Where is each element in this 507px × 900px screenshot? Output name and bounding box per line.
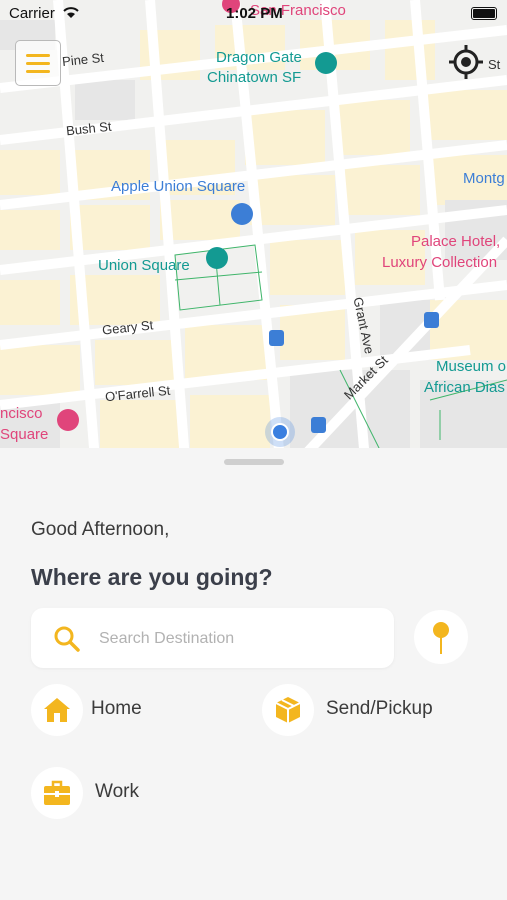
greeting-text: Good Afternoon, bbox=[31, 519, 170, 540]
street-label-st: St bbox=[488, 57, 501, 72]
map-label-hotel-square[interactable]: Square bbox=[0, 426, 48, 443]
map-label-museum[interactable]: Museum o bbox=[436, 358, 506, 375]
pick-on-map-button[interactable] bbox=[414, 610, 468, 664]
status-time: 1:02 PM bbox=[226, 5, 283, 22]
hamburger-icon bbox=[26, 54, 50, 57]
battery-icon bbox=[471, 7, 497, 20]
map-label-union-square[interactable]: Union Square bbox=[98, 257, 190, 274]
briefcase-icon bbox=[44, 780, 70, 805]
page-title: Where are you going? bbox=[31, 564, 273, 590]
shortcut-work-circle bbox=[31, 767, 83, 819]
bottom-sheet: Good Afternoon, Where are you going? Hom… bbox=[0, 448, 507, 900]
home-icon bbox=[44, 698, 70, 722]
map-label-palace-hotel[interactable]: Palace Hotel, bbox=[411, 233, 500, 250]
shortcut-send-pickup[interactable]: Send/Pickup bbox=[262, 684, 462, 736]
shortcut-send-circle bbox=[262, 684, 314, 736]
status-bar: Carrier 1:02 PM bbox=[0, 0, 507, 26]
hamburger-icon-line bbox=[26, 62, 50, 65]
shortcut-home[interactable]: Home bbox=[31, 684, 231, 736]
locate-me-button[interactable] bbox=[446, 42, 486, 82]
menu-button[interactable] bbox=[15, 40, 61, 86]
shortcut-work[interactable]: Work bbox=[31, 767, 231, 819]
package-icon bbox=[275, 697, 301, 723]
sheet-drag-handle[interactable] bbox=[224, 459, 284, 465]
carrier-label: Carrier bbox=[9, 5, 55, 22]
search-icon bbox=[54, 626, 80, 652]
map-label-montgomery[interactable]: Montg bbox=[463, 170, 505, 187]
map-label-chinatown[interactable]: Chinatown SF bbox=[207, 69, 301, 86]
map-pin-icon bbox=[433, 622, 449, 654]
hamburger-icon-line bbox=[26, 70, 50, 73]
search-bar[interactable] bbox=[31, 608, 394, 668]
shortcut-home-circle bbox=[31, 684, 83, 736]
map-label-hotel[interactable]: ncisco bbox=[0, 405, 43, 422]
map-label-apple-union-square[interactable]: Apple Union Square bbox=[111, 178, 245, 195]
shortcut-label: Send/Pickup bbox=[326, 698, 433, 719]
map-view[interactable]: San Francisco Dragon Gate Chinatown SF A… bbox=[0, 0, 507, 460]
shortcut-label: Work bbox=[95, 781, 139, 802]
map-label-luxury-collection[interactable]: Luxury Collection bbox=[382, 254, 497, 271]
search-input[interactable] bbox=[97, 623, 381, 655]
wifi-icon bbox=[63, 7, 79, 18]
map-label-african-diaspora[interactable]: African Dias bbox=[424, 379, 505, 396]
crosshair-icon bbox=[449, 45, 483, 79]
map-label-dragon-gate[interactable]: Dragon Gate bbox=[216, 49, 302, 66]
shortcut-label: Home bbox=[91, 698, 142, 719]
